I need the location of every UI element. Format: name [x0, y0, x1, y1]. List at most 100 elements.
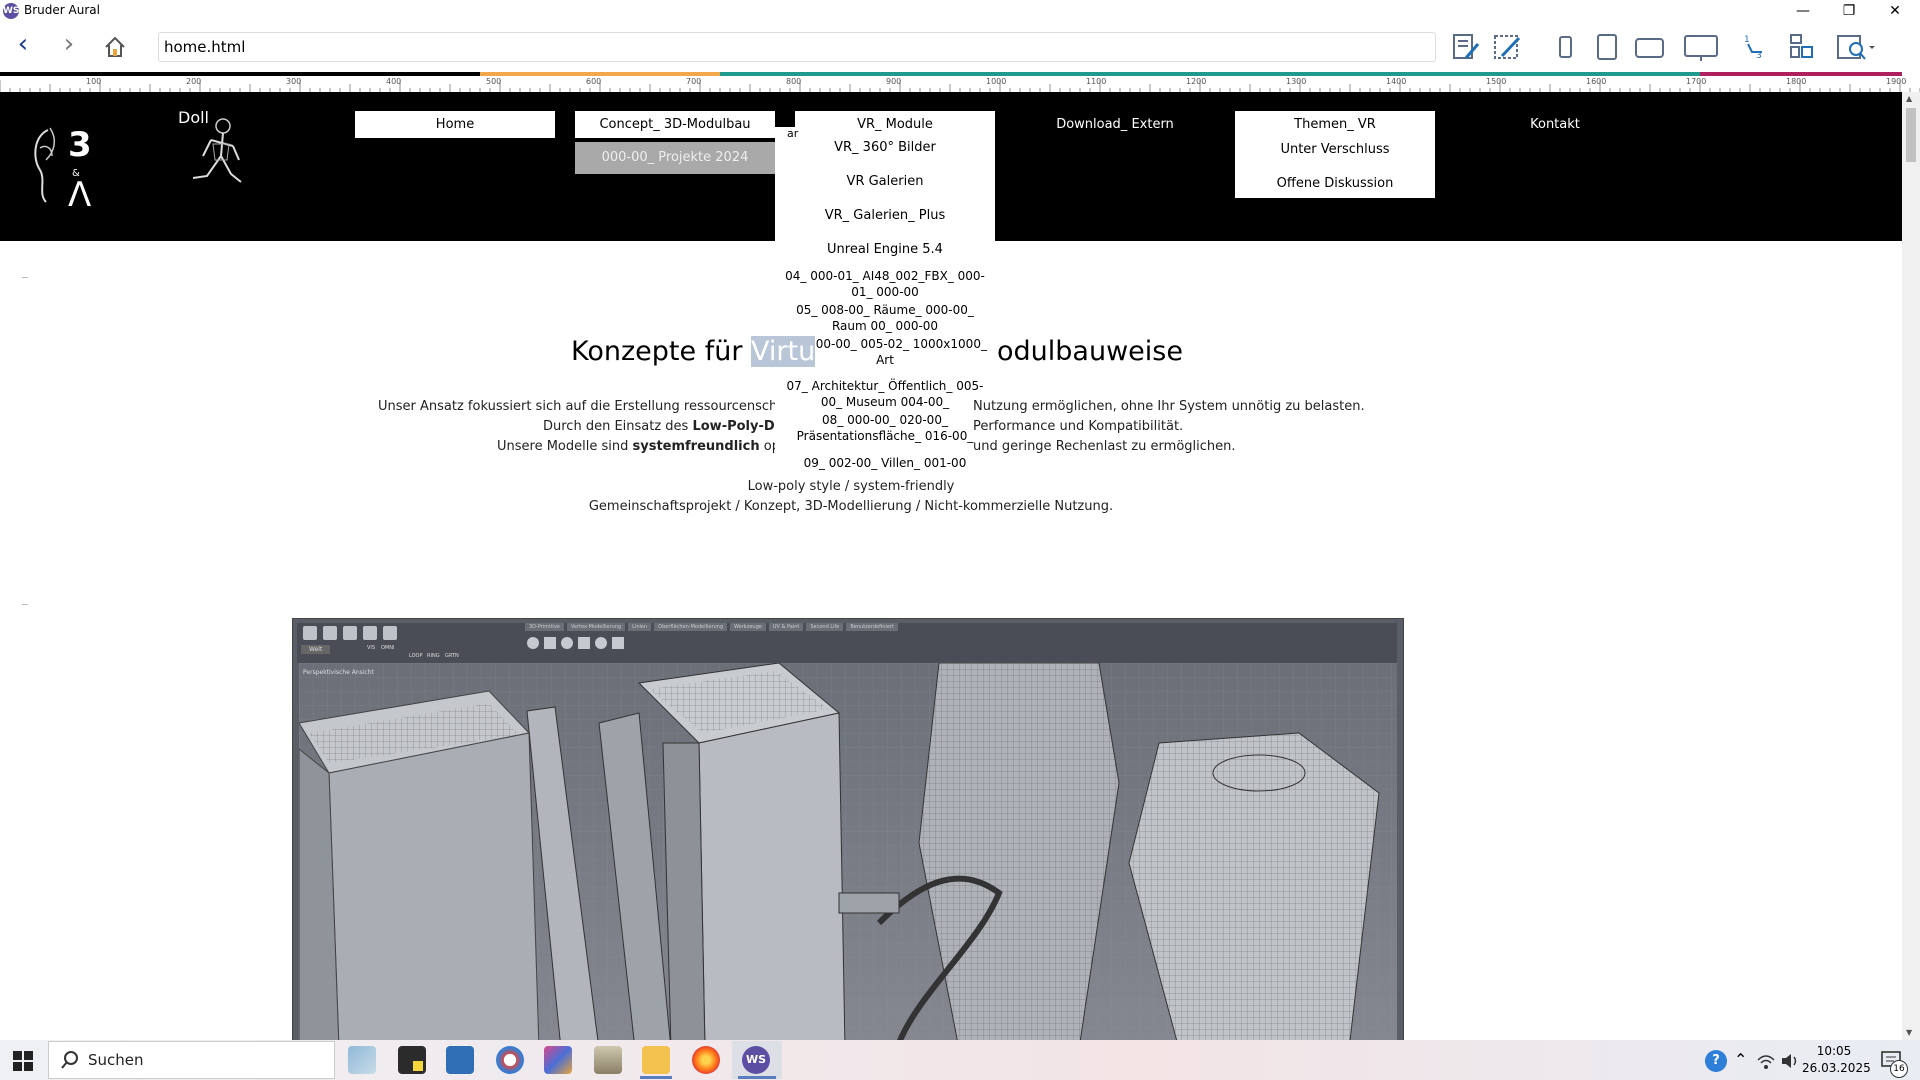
divider	[22, 277, 28, 278]
taskbar-app-archive-icon[interactable]	[594, 1046, 622, 1074]
intro-line-2-right: Performance und Kompatibilität.	[973, 419, 1184, 434]
submenu-offene-diskussion[interactable]: Offene Diskussion	[1235, 176, 1435, 191]
taskbar-app-calculator-icon[interactable]	[446, 1046, 474, 1074]
tool-label: VIS	[367, 645, 376, 651]
nav-themen[interactable]: Themen_ VR	[1235, 111, 1435, 138]
taskbar-app-file-explorer-icon[interactable]	[642, 1046, 670, 1074]
submenu-item-04[interactable]: 04_ 000-01_ AI48_002_FBX_ 000-01_ 000-00	[780, 268, 990, 300]
active-app-indicator	[738, 1076, 776, 1079]
ordering-icon[interactable]: 13	[1742, 32, 1772, 62]
home-icon[interactable]	[102, 34, 128, 60]
mobile-view-icon[interactable]	[1550, 32, 1580, 62]
divider	[22, 604, 28, 605]
ruler-band	[720, 72, 1700, 76]
screenshot-tab: Werkzeuge	[730, 623, 766, 631]
modeling-screenshot: Welt VIS OMNI LOOP RING GRTN 3D-Primitiv…	[292, 618, 1404, 1040]
nav-home[interactable]: Home	[355, 111, 555, 138]
nav-concept[interactable]: Concept_ 3D-Modulbau	[575, 111, 775, 138]
clock-time[interactable]: 10:05	[1806, 1044, 1862, 1058]
scrollbar-thumb[interactable]	[1906, 108, 1916, 162]
intro-line-2-left: Durch den Einsatz des Low-Poly-Desi	[543, 419, 775, 434]
submenu-item-05[interactable]: 05_ 008-00_ Räume_ 000-00_ Raum 00_ 000-…	[780, 302, 990, 334]
network-icon[interactable]	[1756, 1052, 1776, 1070]
desktop-view-icon[interactable]	[1683, 32, 1719, 62]
taskbar-app-modeler-icon[interactable]	[544, 1046, 572, 1074]
tool-icon	[343, 626, 357, 640]
search-placeholder: Suchen	[88, 1051, 144, 1069]
nav-concept-projekte[interactable]: 000-00_ Projekte 2024	[575, 142, 775, 174]
address-bar[interactable]	[158, 32, 1436, 62]
intro-line-3-left: Unsere Modelle sind systemfreundlich opt…	[497, 439, 775, 454]
taskbar-app-task-view-icon[interactable]	[348, 1046, 376, 1074]
primitive-icon	[595, 637, 607, 649]
heading-part: Konzepte für	[571, 336, 751, 367]
forward-icon[interactable]: ›	[54, 30, 84, 60]
taskbar-app-firefox-icon[interactable]	[692, 1046, 720, 1074]
tool-label: RING	[427, 653, 440, 659]
submenu-unreal-engine[interactable]: Unreal Engine 5.4	[785, 242, 985, 257]
ruler-scale: 100 200 300 400 500 600 700 800 900 1000 1100 1200 1…	[0, 72, 1920, 92]
tool-label: OMNI	[381, 645, 395, 651]
edit-page-icon[interactable]	[1450, 32, 1480, 62]
screenshot-tab: UV & Paint	[768, 623, 804, 631]
ruler-tick-label: 1500	[1486, 77, 1506, 86]
submenu-vr-galerien[interactable]: VR Galerien	[785, 174, 985, 189]
tool-icon	[383, 626, 397, 640]
scroll-down-arrow[interactable]: ▼	[1906, 1028, 1912, 1037]
nav-download[interactable]: Download_ Extern	[1015, 111, 1215, 138]
minimize-button[interactable]: —	[1780, 0, 1826, 22]
screenshot-tab: Benutzerdefiniert	[846, 623, 898, 631]
volume-icon[interactable]	[1780, 1052, 1800, 1070]
primitive-icon	[544, 637, 556, 649]
ruler-tick-label: 300	[286, 77, 301, 86]
tablet-portrait-icon[interactable]	[1592, 32, 1622, 62]
address-text[interactable]: home.html	[164, 38, 245, 56]
back-icon[interactable]: ‹	[8, 30, 38, 60]
restore-button[interactable]: ❐	[1826, 0, 1872, 22]
vertical-scrollbar[interactable]	[1902, 92, 1920, 1040]
scroll-up-arrow[interactable]: ▲	[1906, 94, 1912, 103]
submenu-item-08[interactable]: 08_ 000-00_ 020-00_ Präsentationsfläche_…	[780, 412, 990, 444]
edit-mode-icon[interactable]	[1492, 32, 1522, 62]
heading-selection: Virtu	[751, 336, 816, 367]
clock-date[interactable]: 26.03.2025	[1802, 1061, 1871, 1075]
ruler-tick-label: 1000	[986, 77, 1006, 86]
submenu-vr-360[interactable]: VR_ 360° Bilder	[785, 140, 985, 155]
notification-count-badge: 16	[1890, 1060, 1908, 1078]
ruler-tick-label: 1600	[1586, 77, 1606, 86]
intro-text: optimi	[763, 439, 775, 454]
doll-figure-icon[interactable]	[183, 116, 251, 196]
3d-viewport[interactable]: Perspektivische Ansicht	[299, 663, 1397, 1040]
taskbar-app-sticky-notes-icon[interactable]	[398, 1046, 426, 1074]
nav-kontakt[interactable]: Kontakt	[1455, 111, 1655, 138]
title-bar: WS Bruder Aural — ❐ ✕	[0, 0, 1920, 22]
svg-text:3: 3	[68, 125, 92, 165]
taskbar-app-website-builder-icon[interactable]: WS	[742, 1046, 770, 1074]
tray-chevron-up-icon[interactable]: ⌃	[1734, 1050, 1747, 1069]
primitive-icon	[527, 637, 539, 649]
start-icon[interactable]	[12, 1050, 34, 1072]
ruler-tick-label: 800	[786, 77, 801, 86]
tablet-landscape-icon[interactable]	[1634, 32, 1664, 62]
taskbar-app-paint-icon[interactable]	[496, 1046, 524, 1074]
submenu-vr-galerien-plus[interactable]: VR_ Galerien_ Plus	[785, 208, 985, 223]
ruler-band	[0, 72, 480, 76]
help-icon[interactable]: ?	[1705, 1050, 1727, 1072]
submenu-unter-verschluss[interactable]: Unter Verschluss	[1235, 142, 1435, 157]
close-button[interactable]: ✕	[1872, 0, 1918, 22]
brand-logo[interactable]: 3 & Λ	[28, 120, 110, 215]
sitemap-icon[interactable]	[1786, 32, 1816, 62]
preview-zoom-icon[interactable]	[1836, 32, 1876, 62]
nav-vr-module[interactable]: VR_ Module	[795, 111, 995, 138]
ruler-tick-label: 1800	[1786, 77, 1806, 86]
screenshot-tab: Second Life	[806, 623, 844, 631]
search-icon	[60, 1050, 80, 1070]
svg-text:Λ: Λ	[68, 175, 91, 208]
submenu-item-07[interactable]: 07_ Architektur_ Öffentlich_ 005-00_ Mus…	[780, 378, 990, 410]
submenu-item-09[interactable]: 09_ 002-00_ Villen_ 001-00	[780, 456, 990, 470]
tool-icon	[323, 626, 337, 640]
pixel-ruler: 100 200 300 400 500 600 700 800 900 1000 1100 1200 1…	[0, 72, 1920, 93]
ruler-tick-label: 1900	[1886, 77, 1906, 86]
ruler-tick-label: 500	[486, 77, 501, 86]
intro-line-1-left: Unser Ansatz fokussiert sich auf die Ers…	[378, 399, 775, 414]
